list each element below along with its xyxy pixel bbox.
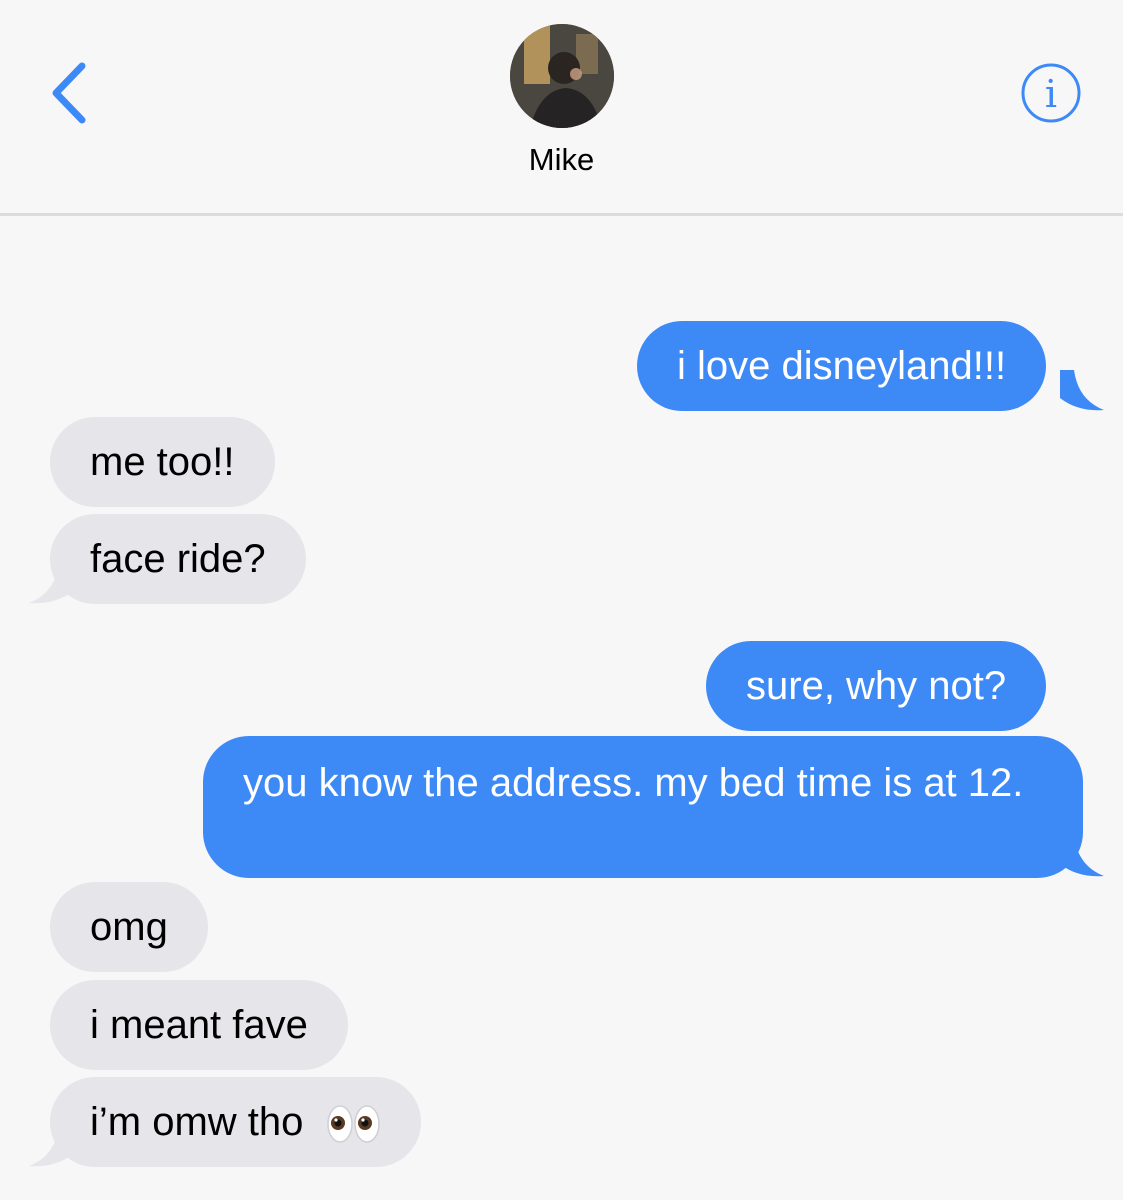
svg-text:i: i xyxy=(1045,72,1057,116)
message-bubble-received[interactable]: omg xyxy=(50,882,208,972)
messages-screen: Mike i i love disneyland!!! me too!! fac… xyxy=(0,0,1123,1200)
message-text: i love disneyland!!! xyxy=(677,344,1007,388)
message-text: i meant fave xyxy=(90,1003,308,1047)
message-bubble-received[interactable]: face ride? xyxy=(50,514,306,604)
bubble-tail xyxy=(1060,836,1104,877)
message-bubble-received[interactable]: me too!! xyxy=(50,417,275,507)
message-bubble-sent[interactable]: you know the address. my bed time is at … xyxy=(203,736,1083,878)
bubble-tail xyxy=(1060,370,1104,411)
message-text: face ride? xyxy=(90,537,266,581)
message-bubble-received[interactable]: i’m omw tho xyxy=(50,1077,421,1167)
avatar-photo xyxy=(510,24,614,128)
conversation-header: Mike i xyxy=(0,0,1123,216)
bubble-tail xyxy=(29,1126,73,1167)
message-bubble-sent[interactable]: i love disneyland!!! xyxy=(637,321,1047,411)
eyes-emoji-icon xyxy=(326,1105,380,1144)
message-text: omg xyxy=(90,905,168,949)
bubble-tail xyxy=(29,563,73,604)
info-circle-icon[interactable]: i xyxy=(1020,62,1082,124)
message-bubble-received[interactable]: i meant fave xyxy=(50,980,348,1070)
message-text: me too!! xyxy=(90,440,235,484)
message-bubble-sent[interactable]: sure, why not? xyxy=(706,641,1047,731)
contact-name[interactable]: Mike xyxy=(0,142,1123,178)
message-text: i’m omw tho xyxy=(90,1100,304,1144)
message-text: sure, why not? xyxy=(746,664,1007,708)
chevron-left-icon[interactable] xyxy=(44,60,94,126)
message-text: you know the address. my bed time is at … xyxy=(243,761,1024,805)
contact-avatar[interactable] xyxy=(510,24,614,128)
